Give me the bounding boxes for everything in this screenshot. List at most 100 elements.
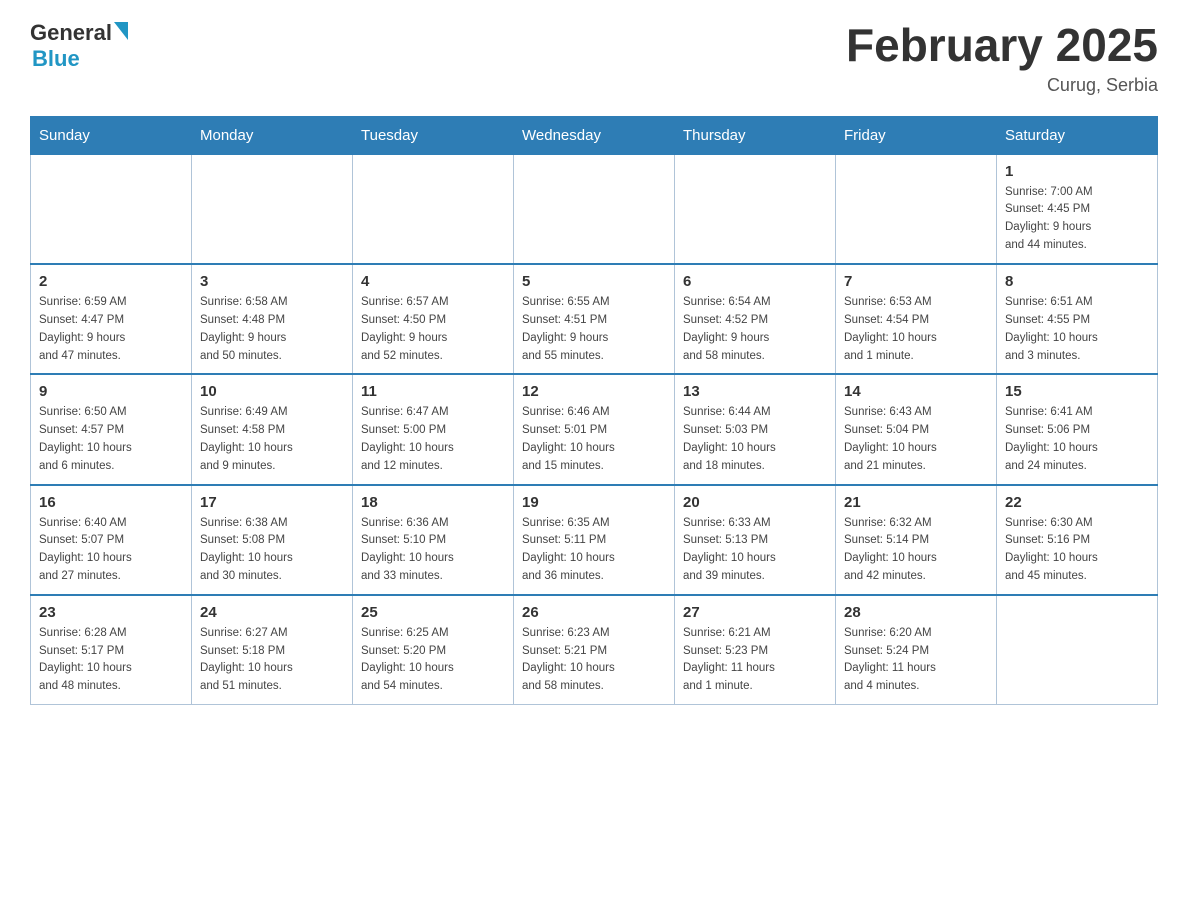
calendar-cell-w4-d5: 28 Sunrise: 6:20 AM Sunset: 5:24 PM Dayli… (836, 595, 997, 705)
day-info: Sunrise: 6:53 AM Sunset: 4:54 PM Dayligh… (844, 294, 988, 365)
location-text: Curug, Serbia (846, 75, 1158, 96)
day-info: Sunrise: 6:28 AM Sunset: 5:17 PM Dayligh… (39, 625, 183, 696)
logo-line1: General (30, 20, 128, 46)
day-number: 13 (683, 383, 827, 400)
day-info: Sunrise: 6:41 AM Sunset: 5:06 PM Dayligh… (1005, 404, 1149, 475)
col-sunday: Sunday (31, 116, 192, 154)
day-info: Sunrise: 6:49 AM Sunset: 4:58 PM Dayligh… (200, 404, 344, 475)
calendar-cell-w1-d2: 4 Sunrise: 6:57 AM Sunset: 4:50 PM Daylig… (353, 264, 514, 374)
day-number: 28 (844, 604, 988, 621)
calendar-cell-w0-d4 (675, 154, 836, 264)
calendar-cell-w1-d4: 6Sunrise: 6:54 AM Sunset: 4:52 PM Daylig… (675, 264, 836, 374)
calendar-cell-w1-d1: 3 Sunrise: 6:58 AM Sunset: 4:48 PM Daylig… (192, 264, 353, 374)
day-number: 23 (39, 604, 183, 621)
calendar-cell-w2-d2: 11 Sunrise: 6:47 AM Sunset: 5:00 PM Dayli… (353, 374, 514, 484)
calendar-cell-w3-d0: 16 Sunrise: 6:40 AM Sunset: 5:07 PM Dayli… (31, 485, 192, 595)
day-number: 17 (200, 494, 344, 511)
day-info: Sunrise: 6:30 AM Sunset: 5:16 PM Dayligh… (1005, 515, 1149, 586)
day-info: Sunrise: 6:59 AM Sunset: 4:47 PM Dayligh… (39, 294, 183, 365)
calendar-cell-w1-d3: 5 Sunrise: 6:55 AM Sunset: 4:51 PM Daylig… (514, 264, 675, 374)
logo-wrapper: General Blue (30, 20, 128, 72)
calendar-cell-w0-d0 (31, 154, 192, 264)
day-number: 10 (200, 383, 344, 400)
calendar-cell-w1-d6: 8 Sunrise: 6:51 AM Sunset: 4:55 PM Daylig… (997, 264, 1158, 374)
calendar-cell-w0-d5 (836, 154, 997, 264)
day-number: 24 (200, 604, 344, 621)
day-info: Sunrise: 6:23 AM Sunset: 5:21 PM Dayligh… (522, 625, 666, 696)
calendar-cell-w2-d4: 13 Sunrise: 6:44 AM Sunset: 5:03 PM Dayli… (675, 374, 836, 484)
col-saturday: Saturday (997, 116, 1158, 154)
day-info: Sunrise: 6:58 AM Sunset: 4:48 PM Dayligh… (200, 294, 344, 365)
day-info: Sunrise: 6:35 AM Sunset: 5:11 PM Dayligh… (522, 515, 666, 586)
day-info: Sunrise: 7:00 AM Sunset: 4:45 PM Dayligh… (1005, 184, 1149, 255)
day-info: Sunrise: 6:50 AM Sunset: 4:57 PM Dayligh… (39, 404, 183, 475)
day-number: 12 (522, 383, 666, 400)
day-info: Sunrise: 6:20 AM Sunset: 5:24 PM Dayligh… (844, 625, 988, 696)
day-number: 20 (683, 494, 827, 511)
day-number: 26 (522, 604, 666, 621)
day-number: 15 (1005, 383, 1149, 400)
calendar-table: Sunday Monday Tuesday Wednesday Thursday… (30, 116, 1158, 706)
calendar-cell-w1-d0: 2Sunrise: 6:59 AM Sunset: 4:47 PM Daylig… (31, 264, 192, 374)
day-number: 27 (683, 604, 827, 621)
day-info: Sunrise: 6:25 AM Sunset: 5:20 PM Dayligh… (361, 625, 505, 696)
day-info: Sunrise: 6:21 AM Sunset: 5:23 PM Dayligh… (683, 625, 827, 696)
day-number: 6 (683, 273, 827, 290)
calendar-cell-w3-d6: 22 Sunrise: 6:30 AM Sunset: 5:16 PM Dayli… (997, 485, 1158, 595)
calendar-cell-w4-d3: 26 Sunrise: 6:23 AM Sunset: 5:21 PM Dayli… (514, 595, 675, 705)
day-info: Sunrise: 6:44 AM Sunset: 5:03 PM Dayligh… (683, 404, 827, 475)
day-number: 14 (844, 383, 988, 400)
day-info: Sunrise: 6:32 AM Sunset: 5:14 PM Dayligh… (844, 515, 988, 586)
calendar-cell-w0-d2 (353, 154, 514, 264)
day-number: 22 (1005, 494, 1149, 511)
calendar-cell-w0-d3 (514, 154, 675, 264)
calendar-cell-w0-d6: 1 Sunrise: 7:00 AM Sunset: 4:45 PM Daylig… (997, 154, 1158, 264)
day-info: Sunrise: 6:57 AM Sunset: 4:50 PM Dayligh… (361, 294, 505, 365)
day-info: Sunrise: 6:40 AM Sunset: 5:07 PM Dayligh… (39, 515, 183, 586)
day-info: Sunrise: 6:55 AM Sunset: 4:51 PM Dayligh… (522, 294, 666, 365)
col-thursday: Thursday (675, 116, 836, 154)
day-info: Sunrise: 6:47 AM Sunset: 5:00 PM Dayligh… (361, 404, 505, 475)
calendar-week-row-3: 16 Sunrise: 6:40 AM Sunset: 5:07 PM Dayli… (31, 485, 1158, 595)
day-number: 4 (361, 273, 505, 290)
logo: General Blue (30, 20, 128, 72)
day-number: 5 (522, 273, 666, 290)
calendar-cell-w2-d1: 10 Sunrise: 6:49 AM Sunset: 4:58 PM Dayli… (192, 374, 353, 484)
day-number: 19 (522, 494, 666, 511)
logo-blue-text: Blue (30, 46, 128, 72)
day-number: 3 (200, 273, 344, 290)
day-info: Sunrise: 6:36 AM Sunset: 5:10 PM Dayligh… (361, 515, 505, 586)
calendar-cell-w1-d5: 7 Sunrise: 6:53 AM Sunset: 4:54 PM Daylig… (836, 264, 997, 374)
day-info: Sunrise: 6:43 AM Sunset: 5:04 PM Dayligh… (844, 404, 988, 475)
calendar-cell-w4-d2: 25Sunrise: 6:25 AM Sunset: 5:20 PM Dayli… (353, 595, 514, 705)
calendar-cell-w3-d4: 20Sunrise: 6:33 AM Sunset: 5:13 PM Dayli… (675, 485, 836, 595)
calendar-cell-w4-d0: 23 Sunrise: 6:28 AM Sunset: 5:17 PM Dayli… (31, 595, 192, 705)
title-section: February 2025 Curug, Serbia (846, 20, 1158, 96)
day-info: Sunrise: 6:46 AM Sunset: 5:01 PM Dayligh… (522, 404, 666, 475)
day-number: 11 (361, 383, 505, 400)
day-number: 18 (361, 494, 505, 511)
page-header: General Blue February 2025 Curug, Serbia (30, 20, 1158, 96)
calendar-week-row-2: 9 Sunrise: 6:50 AM Sunset: 4:57 PM Daylig… (31, 374, 1158, 484)
calendar-cell-w3-d2: 18 Sunrise: 6:36 AM Sunset: 5:10 PM Dayli… (353, 485, 514, 595)
day-number: 1 (1005, 163, 1149, 180)
col-wednesday: Wednesday (514, 116, 675, 154)
calendar-cell-w4-d6 (997, 595, 1158, 705)
day-number: 16 (39, 494, 183, 511)
calendar-week-row-4: 23 Sunrise: 6:28 AM Sunset: 5:17 PM Dayli… (31, 595, 1158, 705)
day-info: Sunrise: 6:51 AM Sunset: 4:55 PM Dayligh… (1005, 294, 1149, 365)
logo-general-text: General (30, 20, 112, 46)
calendar-cell-w2-d5: 14 Sunrise: 6:43 AM Sunset: 5:04 PM Dayli… (836, 374, 997, 484)
day-number: 21 (844, 494, 988, 511)
calendar-cell-w3-d5: 21 Sunrise: 6:32 AM Sunset: 5:14 PM Dayli… (836, 485, 997, 595)
day-info: Sunrise: 6:38 AM Sunset: 5:08 PM Dayligh… (200, 515, 344, 586)
calendar-cell-w4-d4: 27 Sunrise: 6:21 AM Sunset: 5:23 PM Dayli… (675, 595, 836, 705)
calendar-cell-w2-d3: 12 Sunrise: 6:46 AM Sunset: 5:01 PM Dayli… (514, 374, 675, 484)
day-info: Sunrise: 6:27 AM Sunset: 5:18 PM Dayligh… (200, 625, 344, 696)
day-number: 8 (1005, 273, 1149, 290)
calendar-cell-w3-d3: 19 Sunrise: 6:35 AM Sunset: 5:11 PM Dayli… (514, 485, 675, 595)
day-number: 7 (844, 273, 988, 290)
col-tuesday: Tuesday (353, 116, 514, 154)
day-number: 9 (39, 383, 183, 400)
month-title: February 2025 (846, 20, 1158, 71)
